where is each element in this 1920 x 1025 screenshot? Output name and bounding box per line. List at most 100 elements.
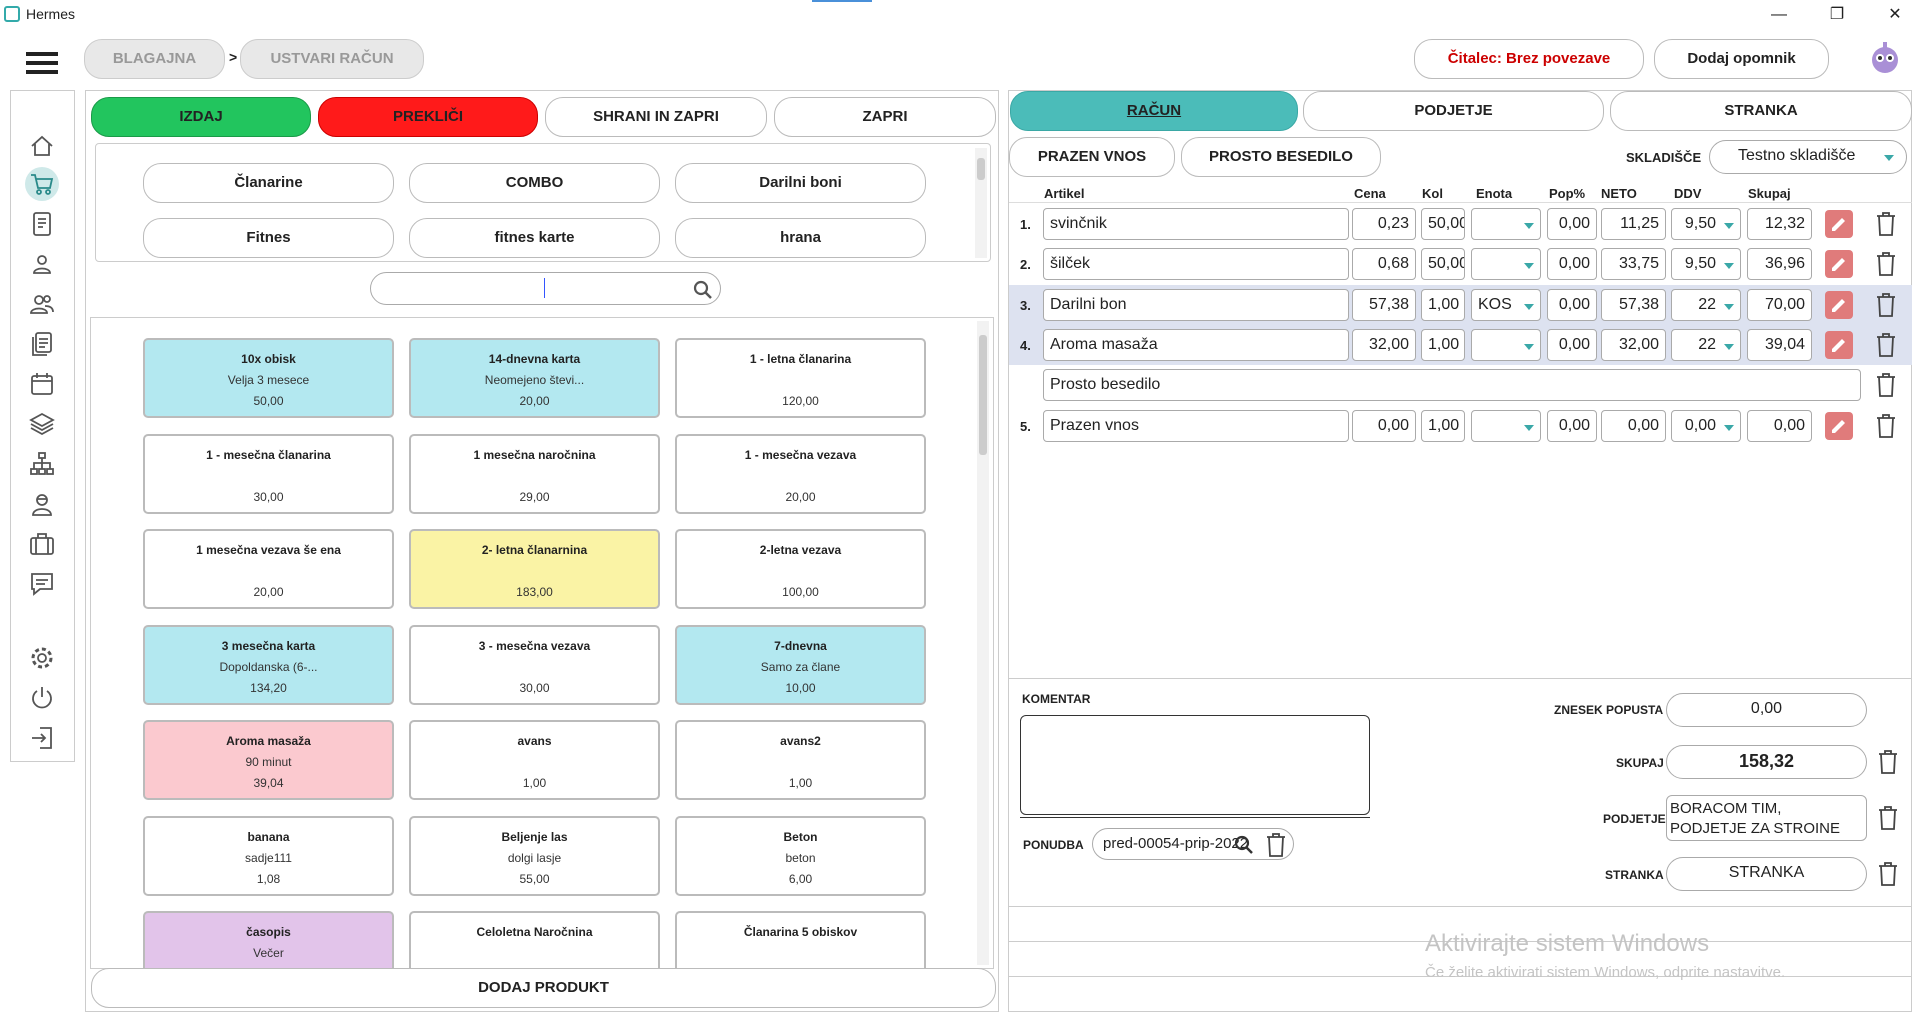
edit-icon[interactable] [1825, 412, 1853, 440]
unit-select[interactable]: KOS [1471, 289, 1541, 321]
price-field[interactable]: 32,00 [1352, 329, 1416, 361]
price-field[interactable]: 0,00 [1352, 410, 1416, 442]
edit-icon[interactable] [1825, 250, 1853, 278]
product-tile[interactable]: 1 - mesečna vezava 20,00 [675, 433, 926, 514]
tab-customer[interactable]: STRANKA [1610, 91, 1912, 131]
qty-field[interactable]: 1,00 [1421, 289, 1465, 321]
discount-field[interactable]: 0,00 [1547, 410, 1597, 442]
comment-textarea[interactable] [1020, 715, 1370, 815]
reader-status-button[interactable]: Čitalec: Brez povezave [1414, 39, 1644, 79]
qty-field[interactable]: 50,00 [1421, 208, 1465, 240]
article-field[interactable]: Prazen vnos [1043, 410, 1349, 442]
add-reminder-button[interactable]: Dodaj opomnik [1654, 39, 1829, 79]
product-name: banana [247, 829, 290, 844]
qty-field[interactable]: 1,00 [1421, 410, 1465, 442]
tab-company[interactable]: PODJETJE [1303, 91, 1604, 131]
product-tile[interactable]: avans2 1,00 [675, 720, 926, 800]
discount-amount-field[interactable]: 0,00 [1666, 693, 1867, 727]
discount-field[interactable]: 0,00 [1547, 329, 1597, 361]
price-field[interactable]: 57,38 [1352, 289, 1416, 321]
unit-select[interactable] [1471, 248, 1541, 280]
discount-field[interactable]: 0,00 [1547, 248, 1597, 280]
unit-select[interactable] [1471, 329, 1541, 361]
product-tile[interactable]: 2- letna članarnina 183,00 [409, 529, 660, 609]
product-tile[interactable]: Beljenje las dolgi lasje 55,00 [409, 815, 660, 896]
product-tile[interactable]: 3 mesečna karta Dopoldanska (6-... 134,20 [143, 624, 394, 705]
total-field[interactable]: 36,96 [1747, 248, 1812, 280]
tab-invoice[interactable]: RAČUN [1010, 91, 1298, 131]
product-tile[interactable]: avans 1,00 [409, 720, 660, 800]
article-field[interactable]: šilček [1043, 248, 1349, 280]
price-field[interactable]: 0,23 [1352, 208, 1416, 240]
trash-icon[interactable] [1875, 372, 1897, 398]
net-field[interactable]: 0,00 [1601, 410, 1666, 442]
product-tile[interactable]: Aroma masaža 90 minut 39,04 [143, 720, 394, 800]
customer-field[interactable]: STRANKA [1666, 857, 1867, 891]
net-field[interactable]: 33,75 [1601, 248, 1666, 280]
vat-select[interactable]: 22 [1671, 329, 1741, 361]
product-tile[interactable]: banana sadje111 1,08 [143, 815, 394, 896]
total-field[interactable]: 0,00 [1747, 410, 1812, 442]
edit-icon[interactable] [1825, 291, 1853, 319]
discount-field[interactable]: 0,00 [1547, 289, 1597, 321]
vat-select[interactable]: 22 [1671, 289, 1741, 321]
product-tile[interactable]: časopis Večer [143, 911, 394, 968]
add-product-button[interactable]: DODAJ PRODUKT [91, 968, 996, 1008]
plain-text-button[interactable]: PROSTO BESEDILO [1181, 137, 1381, 177]
article-field[interactable]: svinčnik [1043, 208, 1349, 240]
trash-icon[interactable] [1875, 211, 1897, 237]
product-tile[interactable]: 7-dnevna Samo za člane 10,00 [675, 624, 926, 705]
total-field[interactable]: 39,04 [1747, 329, 1812, 361]
product-tile[interactable]: 10x obisk Velja 3 mesece 50,00 [143, 338, 394, 418]
total-field[interactable]: 70,00 [1747, 289, 1812, 321]
trash-icon[interactable] [1877, 861, 1899, 887]
product-tile[interactable]: 3 - mesečna vezava 30,00 [409, 624, 660, 705]
net-field[interactable]: 32,00 [1601, 329, 1666, 361]
edit-icon[interactable] [1825, 331, 1853, 359]
trash-icon[interactable] [1875, 292, 1897, 318]
vat-select[interactable]: 9,50 [1671, 248, 1741, 280]
minimize-icon[interactable]: — [1756, 2, 1802, 28]
unit-select[interactable] [1471, 410, 1541, 442]
product-tile[interactable]: 14-dnevna karta Neomejeno števi... 20,00 [409, 338, 660, 418]
products-scrollbar[interactable] [977, 321, 989, 965]
trash-icon[interactable] [1875, 332, 1897, 358]
discount-field[interactable]: 0,00 [1547, 208, 1597, 240]
product-tile[interactable]: 1 mesečna vezava še ena 20,00 [143, 529, 394, 609]
total-field[interactable]: 12,32 [1747, 208, 1812, 240]
product-tile[interactable]: Članarina 5 obiskov [675, 911, 926, 968]
avatar[interactable] [1868, 40, 1902, 78]
trash-icon[interactable] [1877, 805, 1899, 831]
company-field[interactable]: BORACOM TIM, PODJETJE ZA STROINE INŠTALA… [1666, 795, 1867, 841]
product-tile[interactable]: Beton beton 6,00 [675, 815, 926, 896]
product-tile[interactable]: 2-letna vezava 100,00 [675, 529, 926, 609]
product-tile[interactable]: Celoletna Naročnina40,00 [409, 911, 660, 968]
qty-field[interactable]: 50,00 [1421, 248, 1465, 280]
product-tile[interactable]: 1 - mesečna članarina 30,00 [143, 433, 394, 514]
col-vat: DDV [1674, 186, 1702, 201]
product-tile[interactable]: 1 mesečna naročnina 29,00 [409, 433, 660, 514]
maximize-icon[interactable]: ❐ [1814, 2, 1860, 28]
trash-icon[interactable] [1265, 832, 1287, 858]
total-field-value: 0,00 [1773, 417, 1805, 434]
trash-icon[interactable] [1877, 749, 1899, 775]
unit-select[interactable] [1471, 208, 1541, 240]
offer-field[interactable]: pred-00054-prip-2022 [1092, 828, 1294, 860]
article-field[interactable]: Darilni bon [1043, 289, 1349, 321]
search-icon[interactable] [1233, 834, 1255, 856]
close-window-icon[interactable]: ✕ [1872, 2, 1918, 28]
price-field[interactable]: 0,68 [1352, 248, 1416, 280]
qty-field[interactable]: 1,00 [1421, 329, 1465, 361]
vat-select[interactable]: 0,00 [1671, 410, 1741, 442]
trash-icon[interactable] [1875, 413, 1897, 439]
net-field[interactable]: 11,25 [1601, 208, 1666, 240]
empty-entry-button[interactable]: PRAZEN VNOS [1009, 137, 1175, 177]
trash-icon[interactable] [1875, 251, 1897, 277]
vat-select[interactable]: 9,50 [1671, 208, 1741, 240]
warehouse-select[interactable]: Testno skladišče [1709, 140, 1907, 174]
edit-icon[interactable] [1825, 210, 1853, 238]
product-tile[interactable]: 1 - letna članarina 120,00 [675, 338, 926, 418]
free-text-field[interactable]: Prosto besedilo [1043, 369, 1861, 401]
article-field[interactable]: Aroma masaža [1043, 329, 1349, 361]
net-field[interactable]: 57,38 [1601, 289, 1666, 321]
